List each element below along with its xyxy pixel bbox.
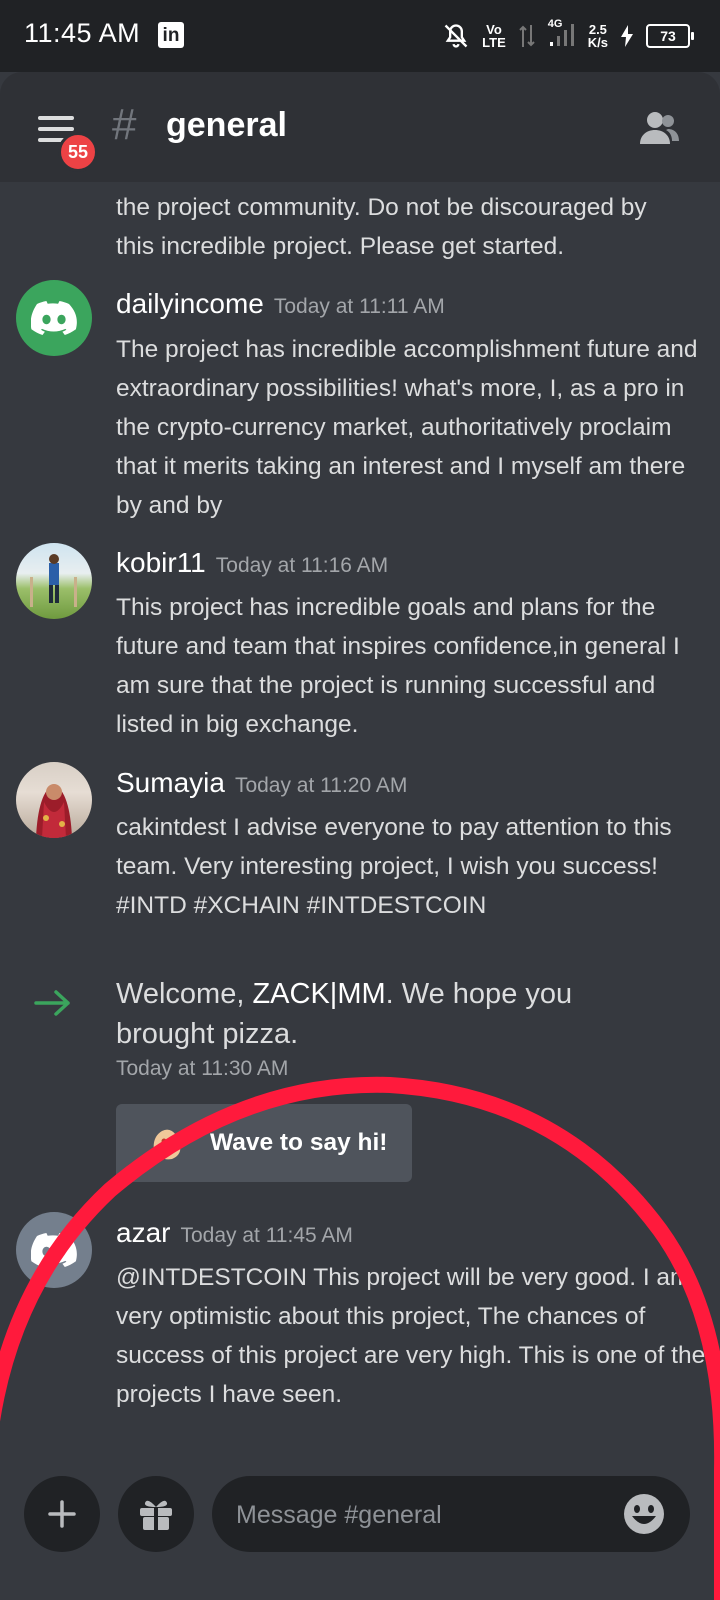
channel-header: 55 # general [0, 72, 720, 182]
welcome-member-name[interactable]: ZACK|MM [252, 978, 385, 1010]
message-text: The project has incredible accomplishmen… [116, 336, 698, 519]
bell-off-icon [444, 24, 468, 48]
avatar-photo [36, 784, 72, 838]
charging-icon [621, 25, 633, 47]
channel-hash-icon: # [112, 100, 137, 149]
message-author[interactable]: azar Today at 11:45 AM [116, 1217, 353, 1249]
discord-logo-icon [31, 1233, 77, 1267]
message-timestamp: Today at 11:11 AM [273, 295, 445, 318]
wave-button-label: Wave to say hi! [210, 1129, 388, 1156]
avatar[interactable] [16, 762, 92, 838]
status-bar: 11:45 AM in Vo LTE 4G 2.5 K/s 73 [0, 0, 720, 72]
welcome-message: Welcome, ZACK|MM. We hope you brought pi… [116, 978, 573, 1050]
battery-indicator: 73 [646, 24, 694, 48]
gift-button[interactable] [118, 1476, 194, 1552]
welcome-timestamp: Today at 11:30 AM [116, 1057, 289, 1080]
avatar[interactable] [16, 1212, 92, 1288]
volte-indicator: Vo LTE [482, 22, 506, 50]
discord-logo-icon [31, 301, 77, 335]
message-input[interactable] [234, 1494, 618, 1536]
notification-badge: 55 [58, 132, 98, 172]
data-arrows-icon [519, 25, 535, 47]
avatar[interactable] [16, 543, 92, 619]
message-text: @INTDESTCOIN This project will be very g… [116, 1264, 706, 1408]
members-icon[interactable] [638, 110, 680, 146]
message-author[interactable]: kobir11 Today at 11:16 AM [116, 547, 388, 579]
linkedin-icon: in [158, 22, 184, 48]
plus-icon [48, 1500, 76, 1528]
emoji-icon[interactable] [622, 1492, 666, 1536]
add-attachment-button[interactable] [24, 1476, 100, 1552]
wave-sticker-icon [153, 1129, 181, 1160]
message-text: This project has incredible goals and pl… [116, 594, 680, 738]
avatar[interactable] [16, 280, 92, 356]
message-continued-text: the project community. Do not be discour… [116, 194, 647, 260]
gift-icon [140, 1500, 172, 1530]
message-composer [212, 1476, 690, 1552]
message-text: cakintdest I advise everyone to pay atte… [116, 808, 706, 925]
message-hashtags: #INTD #XCHAIN #INTDESTCOIN [116, 892, 487, 919]
network-speed: 2.5 K/s [587, 22, 608, 50]
signal-icon: 4G [548, 18, 576, 51]
avatar-photo [30, 554, 77, 607]
message-author[interactable]: dailyincome Today at 11:11 AM [116, 288, 445, 320]
status-icons: Vo LTE 4G 2.5 K/s 73 [442, 18, 694, 54]
message-timestamp: Today at 11:45 AM [180, 1224, 353, 1247]
wave-button[interactable]: Wave to say hi! [116, 1104, 412, 1182]
message-author[interactable]: Sumayia Today at 11:20 AM [116, 767, 407, 799]
channel-title: general [166, 106, 287, 144]
status-time: 11:45 AM [24, 18, 141, 48]
message-timestamp: Today at 11:20 AM [234, 774, 408, 797]
join-arrow-icon [34, 990, 70, 1016]
message-timestamp: Today at 11:16 AM [215, 554, 389, 577]
